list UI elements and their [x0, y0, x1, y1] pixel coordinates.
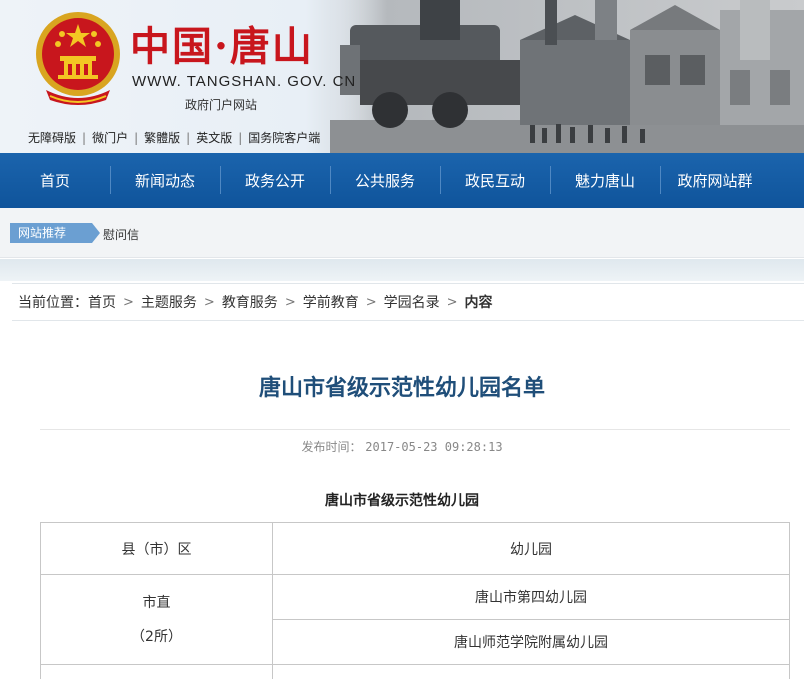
- site-url: WWW. TANGSHAN. GOV. CN: [132, 73, 357, 90]
- table-row: 市直 （2所） 唐山市第四幼儿园: [40, 574, 790, 665]
- nav-item-public-services[interactable]: 公共服务: [330, 166, 440, 194]
- breadcrumb-topic-services[interactable]: 主题服务: [141, 292, 197, 312]
- breadcrumb-education-services[interactable]: 教育服务: [222, 292, 278, 312]
- banner-photo: [330, 0, 804, 153]
- nav-item-charm-tangshan[interactable]: 魅力唐山: [550, 166, 660, 194]
- micro-portal-link[interactable]: 微门户: [92, 129, 128, 146]
- nav-item-interaction[interactable]: 政民互动: [440, 166, 550, 194]
- breadcrumb-current: 内容: [464, 295, 493, 311]
- traditional-chinese-link[interactable]: 繁體版: [144, 129, 180, 146]
- column-header-kindergarten: 幼儿园: [272, 522, 790, 575]
- table-title: 唐山市省级示范性幼儿园: [325, 493, 479, 509]
- breadcrumb-preschool[interactable]: 学前教育: [303, 292, 359, 312]
- quick-links: 无障碍版 | 微门户 | 繁體版 | 英文版 | 国务院客户端: [28, 129, 320, 146]
- main-nav: 首页 新闻动态 政务公开 公共服务 政民互动 魅力唐山 政府网站群: [0, 153, 804, 208]
- divider: |: [82, 130, 87, 145]
- chevron-right-icon: >: [284, 294, 296, 310]
- breadcrumb-label: 当前位置：: [18, 295, 88, 311]
- site-subtitle: 政府门户网站: [185, 98, 258, 112]
- breadcrumb-school-directory[interactable]: 学园名录: [384, 292, 440, 312]
- publish-label: 发布时间：: [301, 440, 362, 454]
- recommend-link[interactable]: 慰问信: [103, 226, 139, 243]
- kindergarten-table: 县（市）区 幼儿园 市直 （2所） 唐山市第四幼儿园 唐山师范学院附属幼儿园: [40, 522, 790, 679]
- chevron-right-icon: >: [203, 294, 215, 310]
- table-row: [40, 664, 790, 679]
- kindergarten-cell: 唐山师范学院附属幼儿园: [272, 619, 790, 665]
- county-cell: [40, 664, 273, 679]
- title-divider: [40, 429, 790, 430]
- divider: |: [186, 130, 191, 145]
- nav-item-site-group[interactable]: 政府网站群: [660, 166, 770, 194]
- table-header-row: 县（市）区 幼儿园: [40, 522, 790, 575]
- column-header-county: 县（市）区: [40, 522, 273, 575]
- recommend-tag: 网站推荐: [10, 223, 100, 243]
- breadcrumb-home[interactable]: 首页: [88, 292, 116, 312]
- nav-item-news[interactable]: 新闻动态: [110, 166, 220, 194]
- chevron-right-icon: >: [123, 294, 134, 310]
- kindergarten-cell: 唐山市第四幼儿园: [272, 574, 790, 620]
- site-header: 中国·唐山 WWW. TANGSHAN. GOV. CN 政府门户网站 无障碍版…: [0, 0, 804, 153]
- site-name[interactable]: 中国·唐山: [130, 14, 314, 72]
- county-name: 市直: [142, 594, 171, 611]
- publish-time: 2017-05-23 09:28:13: [365, 440, 503, 454]
- kindergarten-cell: [272, 664, 790, 679]
- recommend-bar: 网站推荐 慰问信: [0, 208, 804, 258]
- nav-item-government-affairs[interactable]: 政务公开: [220, 166, 330, 194]
- accessible-version-link[interactable]: 无障碍版: [28, 129, 76, 146]
- divider: |: [238, 130, 243, 145]
- chevron-right-icon: >: [446, 294, 458, 310]
- article-title: 唐山市省级示范性幼儿园名单: [258, 375, 545, 401]
- divider: |: [134, 130, 139, 145]
- nav-item-home[interactable]: 首页: [0, 170, 110, 191]
- state-council-app-link[interactable]: 国务院客户端: [248, 129, 320, 146]
- national-emblem-icon: [36, 12, 120, 105]
- english-version-link[interactable]: 英文版: [196, 129, 232, 146]
- county-count: （2所）: [131, 628, 182, 645]
- county-cell: 市直 （2所）: [40, 574, 273, 665]
- divider-band: [0, 259, 804, 281]
- publish-info: 发布时间： 2017-05-23 09:28:13: [0, 438, 804, 455]
- breadcrumb: 当前位置： 首页 > 主题服务 > 教育服务 > 学前教育 > 学园名录 > 内…: [12, 283, 804, 321]
- chevron-right-icon: >: [365, 294, 377, 310]
